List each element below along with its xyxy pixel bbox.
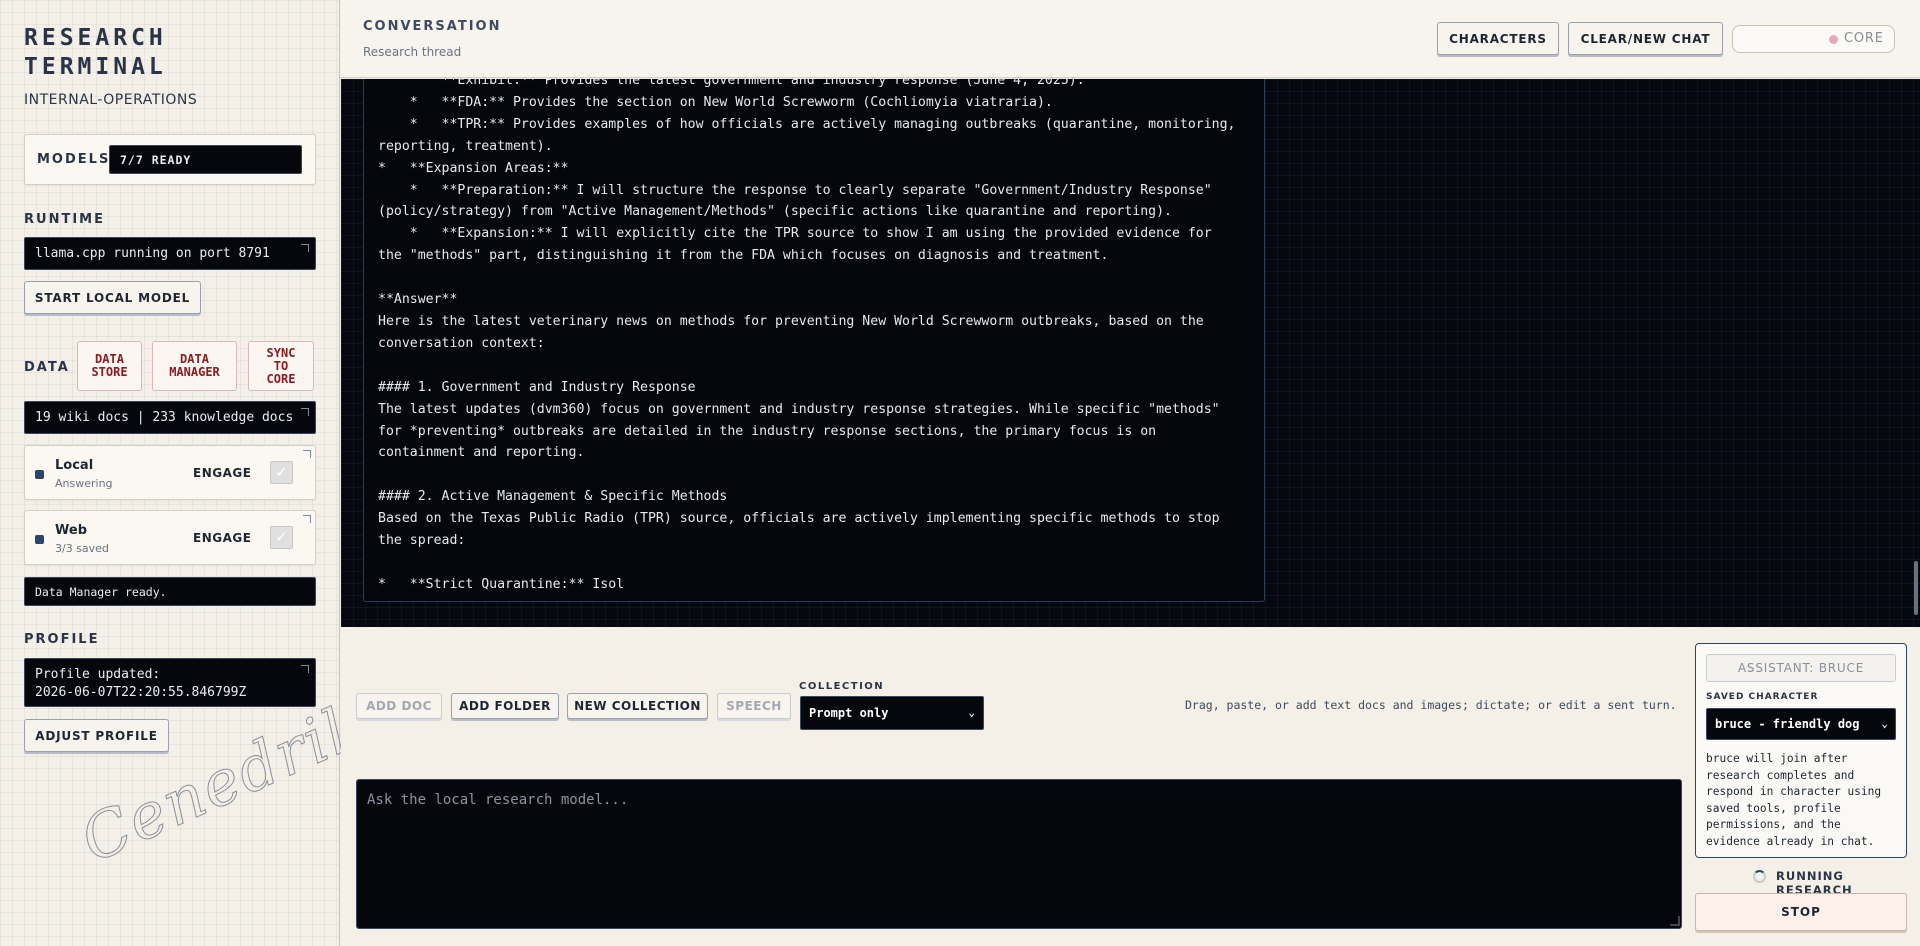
message-line: * **Expansion:** I will explicitly cite … — [378, 226, 1212, 242]
sidebar: RESEARCH TERMINAL INTERNAL-OPERATIONS MO… — [0, 0, 361, 946]
doc-counts: 19 wiki docs | 233 knowledge docs — [24, 401, 316, 434]
characters-button[interactable]: CHARACTERS — [1437, 22, 1559, 55]
message-line: * **Expansion Areas:** — [378, 160, 569, 176]
web-checkbox[interactable]: ✓ — [270, 526, 293, 549]
corner-mark-icon — [303, 450, 311, 458]
runtime-label: RUNTIME — [24, 212, 105, 227]
message-line: (policy/strategy) from "Active Managemen… — [378, 204, 1172, 220]
message-line: * **FDA:** Provides the section on New W… — [378, 94, 1053, 110]
chat-scrollbar[interactable] — [1914, 561, 1918, 615]
message-line: * **TPR:** Provides examples of how offi… — [378, 116, 1236, 132]
source-meta: Answering — [55, 477, 113, 490]
chat-area[interactable]: **Exhibit:** Provides the latest governm… — [341, 79, 1920, 627]
corner-mark-icon — [301, 408, 309, 416]
corner-mark-icon — [303, 515, 311, 523]
collection-value: Prompt only — [809, 706, 889, 720]
local-checkbox[interactable]: ✓ — [270, 461, 293, 484]
message-line: #### 1. Government and Industry Response — [378, 379, 696, 395]
character-select[interactable]: bruce - friendly dog ⌄ — [1706, 708, 1896, 740]
status-dot-icon — [35, 470, 44, 479]
profile-label: PROFILE — [24, 632, 100, 647]
data-label: DATA — [24, 360, 70, 375]
composer: ADD DOC ADD FOLDER NEW COLLECTION SPEECH… — [341, 627, 1920, 946]
sync-to-core-label: SYNC TO CORE — [266, 345, 296, 386]
start-local-model-button[interactable]: START LOCAL MODEL — [24, 281, 201, 314]
message-line — [378, 552, 1258, 574]
core-status-toggle[interactable]: CORE — [1732, 25, 1895, 53]
add-doc-button[interactable]: ADD DOC — [356, 693, 442, 719]
message-line: the "methods" part, distinguishing it fr… — [378, 248, 1109, 264]
message-line: Here is the latest veterinary news on me… — [378, 313, 1204, 329]
core-label: CORE — [1844, 31, 1884, 46]
stop-button[interactable]: STOP — [1695, 893, 1907, 931]
conversation-header: CONVERSATION Research thread CHARACTERS … — [341, 0, 1920, 78]
speech-button[interactable]: SPEECH — [717, 693, 791, 719]
source-meta: 3/3 saved — [55, 542, 109, 555]
data-manager-status: Data Manager ready. — [24, 577, 316, 606]
engage-web-button[interactable]: ENGAGE — [193, 531, 251, 545]
source-row-web: Web 3/3 saved ENGAGE ✓ — [24, 510, 316, 565]
assistant-panel: ASSISTANT: BRUCE SAVED CHARACTER bruce -… — [1695, 643, 1907, 858]
conversation-title: CONVERSATION — [363, 19, 502, 34]
message-line: for *preventing* outbreaks are detailed … — [378, 423, 1157, 439]
adjust-profile-button[interactable]: ADJUST PROFILE — [24, 719, 169, 752]
message-card: **Exhibit:** Provides the latest governm… — [363, 79, 1265, 602]
character-value: bruce - friendly dog — [1715, 717, 1860, 731]
add-folder-button[interactable]: ADD FOLDER — [451, 693, 559, 719]
sync-to-core-button[interactable]: SYNC TO CORE — [248, 341, 314, 391]
conversation-subtitle: Research thread — [363, 45, 462, 59]
app-subtitle: INTERNAL-OPERATIONS — [24, 92, 198, 108]
message-line: Based on the Texas Public Radio (TPR) so… — [378, 511, 1220, 527]
corner-mark-icon — [301, 244, 309, 252]
collection-select[interactable]: Prompt only ⌄ — [800, 696, 984, 730]
message-line: the spread: — [378, 533, 466, 549]
message-line: The latest updates (dvm360) focus on gov… — [378, 401, 1220, 417]
app-title: RESEARCH TERMINAL — [24, 25, 167, 80]
message-line: * **Strict Quarantine:** Isol — [378, 576, 625, 592]
assistant-description: bruce will join after research completes… — [1706, 752, 1882, 848]
message-line: #### 2. Active Management & Specific Met… — [378, 489, 728, 505]
saved-character-label: SAVED CHARACTER — [1706, 692, 1819, 702]
chevron-down-icon: ⌄ — [968, 706, 975, 719]
source-name: Web — [55, 523, 87, 538]
data-store-button[interactable]: DATA STORE — [77, 341, 142, 391]
message-line: reporting, treatment). — [378, 138, 553, 154]
data-store-label: DATA STORE — [91, 352, 128, 379]
runtime-status-text: llama.cpp running on port 8791 — [35, 246, 270, 261]
assistant-button[interactable]: ASSISTANT: BRUCE — [1706, 654, 1896, 682]
message-line: conversation context: — [378, 335, 545, 351]
composer-hint: Drag, paste, or add text docs and images… — [1185, 698, 1677, 712]
profile-status: Profile updated: 2026-06-07T22:20:55.846… — [24, 658, 316, 707]
doc-counts-text: 19 wiki docs | 233 knowledge docs — [35, 410, 294, 425]
data-manager-button[interactable]: DATA MANAGER — [152, 341, 237, 391]
status-dot-icon — [35, 535, 44, 544]
chevron-down-icon: ⌄ — [1881, 717, 1888, 730]
message-line: * **Preparation:** I will structure the … — [378, 182, 1212, 198]
profile-status-line1: Profile updated: — [35, 667, 161, 682]
data-manager-label: DATA MANAGER — [169, 352, 220, 379]
resize-handle-icon[interactable] — [1670, 916, 1680, 926]
source-row-local: Local Answering ENGAGE ✓ — [24, 445, 316, 500]
message-text: **Exhibit:** Provides the latest governm… — [378, 79, 1258, 596]
prompt-input[interactable] — [356, 779, 1682, 929]
engage-local-button[interactable]: ENGAGE — [193, 466, 251, 480]
message-line — [378, 355, 1258, 377]
clear-new-chat-button[interactable]: CLEAR/NEW CHAT — [1568, 22, 1723, 55]
runtime-status: llama.cpp running on port 8791 — [24, 237, 316, 270]
source-name: Local — [55, 458, 94, 473]
message-line: containment and reporting. — [378, 445, 585, 461]
message-line — [378, 464, 1258, 486]
core-status-dot-icon — [1829, 35, 1838, 44]
message-line: **Exhibit:** Provides the latest governm… — [378, 79, 1085, 88]
models-label: MODELS — [37, 152, 111, 167]
models-status: 7/7 READY — [109, 145, 302, 174]
message-line: **Answer** — [378, 292, 458, 308]
loading-spinner-icon — [1753, 870, 1766, 883]
collection-label: COLLECTION — [799, 681, 885, 692]
corner-mark-icon — [301, 665, 309, 673]
new-collection-button[interactable]: NEW COLLECTION — [567, 693, 708, 719]
message-line — [378, 267, 1258, 289]
profile-status-line2: 2026-06-07T22:20:55.846799Z — [35, 685, 247, 700]
models-panel: MODELS 7/7 READY — [24, 134, 316, 185]
